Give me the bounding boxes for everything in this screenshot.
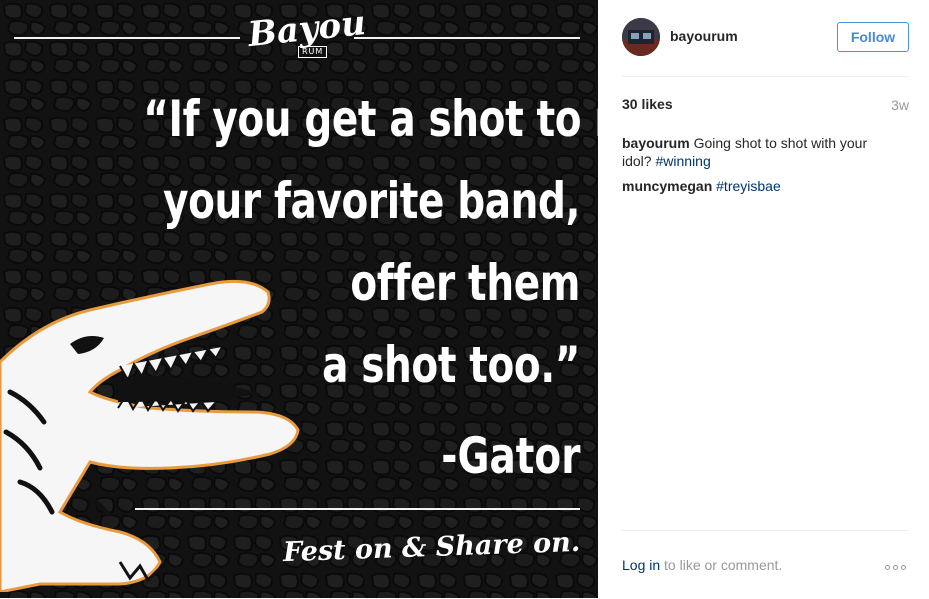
- post-sidebar: bayourum Follow 30 likes 3w bayourum Goi…: [598, 0, 929, 598]
- avatar-image: [622, 18, 660, 56]
- more-options-icon[interactable]: [885, 561, 909, 573]
- post-image[interactable]: Bayou RUM “If you get a shot to meet you…: [0, 0, 598, 598]
- login-link[interactable]: Log in: [622, 557, 660, 573]
- post-header: bayourum Follow: [622, 0, 909, 77]
- login-prompt-text: to like or comment.: [664, 557, 783, 573]
- dot: [893, 564, 898, 570]
- divider-right: [354, 37, 580, 39]
- follow-button[interactable]: Follow: [837, 22, 909, 52]
- comment-hashtag[interactable]: #treyisbae: [716, 178, 781, 194]
- comment-caption: bayourum Going shot to shot with your id…: [622, 134, 892, 170]
- logo-subtext: RUM: [298, 46, 328, 58]
- comment-item: muncymegan #treyisbae: [622, 177, 892, 195]
- comment-hashtag[interactable]: #winning: [655, 153, 710, 169]
- divider-left: [14, 37, 240, 39]
- quote-line: your favorite band,: [163, 172, 580, 230]
- comment-username[interactable]: muncymegan: [622, 178, 712, 194]
- login-prompt: Log in to like or comment.: [622, 557, 782, 573]
- likes-count[interactable]: 30 likes: [622, 96, 673, 112]
- quote-attribution: -Gator: [440, 427, 580, 485]
- post-stats: 30 likes 3w: [622, 96, 909, 116]
- gator-illustration: [0, 279, 300, 592]
- comment-username[interactable]: bayourum: [622, 135, 690, 151]
- header-username[interactable]: bayourum: [670, 28, 738, 44]
- dot: [901, 564, 906, 570]
- quote-line: “If you get a shot to meet: [143, 90, 598, 148]
- bayou-rum-logo: Bayou RUM: [246, 3, 368, 66]
- divider-bottom: [135, 508, 580, 510]
- comments-list: bayourum Going shot to shot with your id…: [622, 134, 892, 202]
- post-timestamp[interactable]: 3w: [891, 97, 909, 113]
- brand-header: Bayou RUM: [14, 3, 580, 66]
- avatar[interactable]: [622, 18, 660, 56]
- post-footer: Log in to like or comment.: [622, 530, 909, 599]
- dot: [885, 564, 890, 570]
